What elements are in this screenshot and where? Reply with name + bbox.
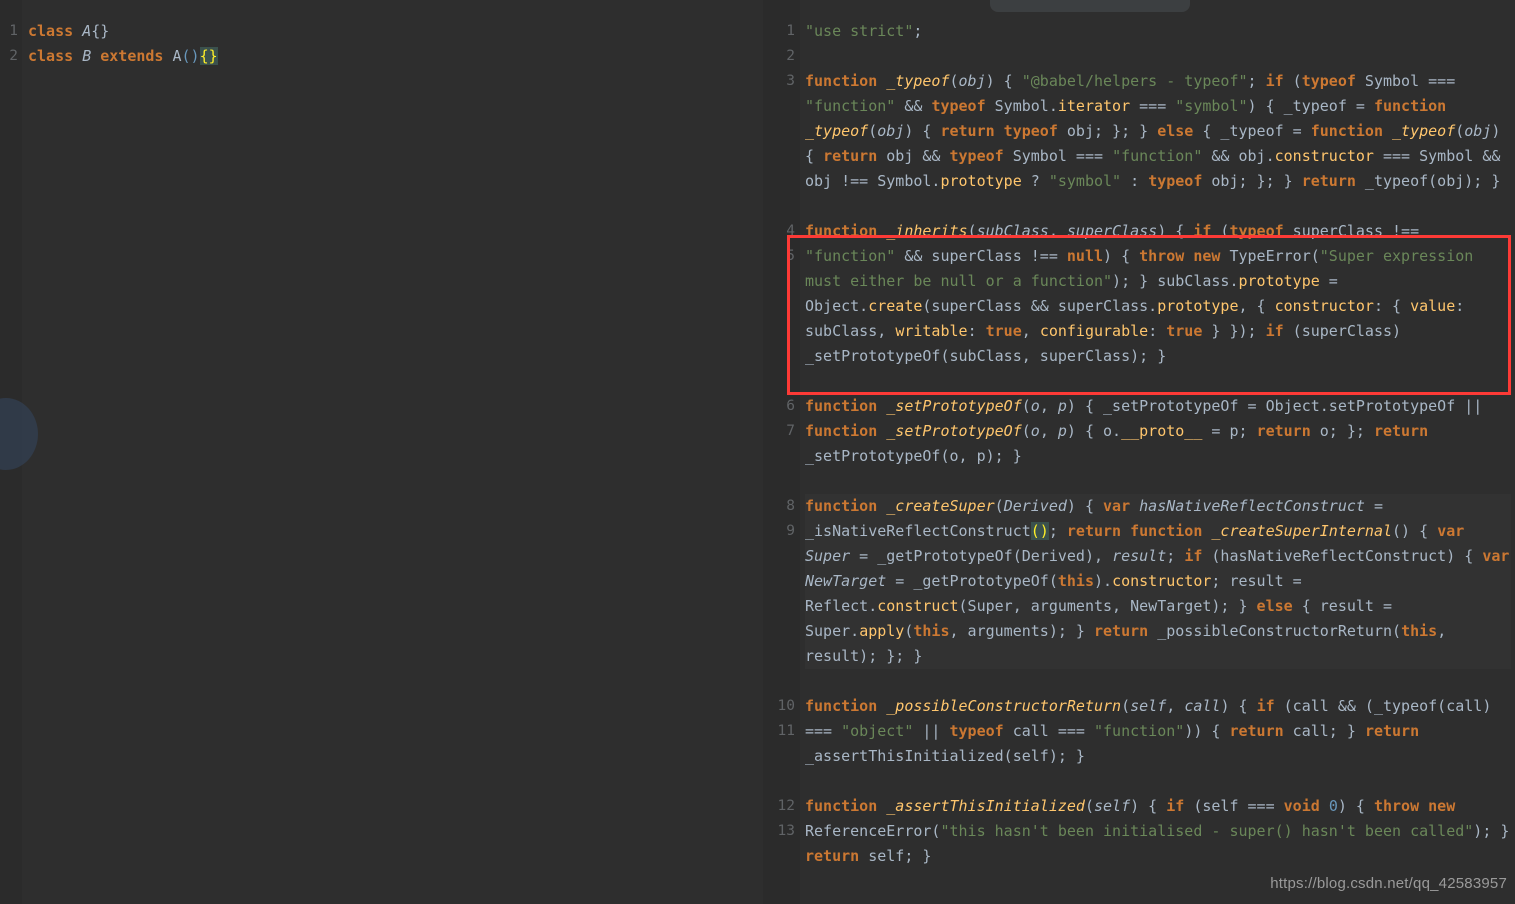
token-matched-brace: {}	[199, 47, 218, 65]
code-line-5-inherits[interactable]: function _inherits(subClass, superClass)…	[805, 219, 1511, 369]
line-number: 10	[777, 698, 795, 714]
code-line-8-blank[interactable]	[805, 469, 1511, 494]
code-line-1[interactable]: "use strict";	[805, 19, 1511, 44]
line-number: 9	[786, 523, 795, 539]
code-line[interactable]: class B extends A(){}	[28, 44, 759, 69]
line-number: 7	[786, 423, 795, 439]
line-number: 6	[786, 398, 795, 414]
token-braces: {}	[91, 22, 110, 40]
token-class-name: A	[82, 22, 92, 40]
token-function-name: _typeof	[886, 72, 950, 90]
editor-window: 12 class A{} class B extends A(){} 123456…	[0, 0, 1515, 904]
line-number: 13	[777, 823, 795, 839]
line-number: 3	[786, 73, 795, 89]
code-line-2-blank[interactable]	[805, 44, 1511, 69]
line-number: 2	[9, 48, 18, 64]
right-line-number-gutter: 1 2 3 4 5 6 7 8 9 10 11 12 13	[763, 0, 800, 904]
token-class-name: B	[82, 47, 92, 65]
line-number: 8	[786, 498, 795, 514]
code-line-9-createsuper[interactable]: function _createSuper(Derived) { var has…	[805, 494, 1511, 669]
code-line-10-blank[interactable]	[805, 669, 1511, 694]
token-identifier: A	[172, 47, 182, 65]
code-line-12-blank[interactable]	[805, 769, 1511, 794]
line-number: 5	[786, 248, 795, 264]
code-line-7-setprototypeof[interactable]: function _setPrototypeOf(o, p) { _setPro…	[805, 394, 1511, 469]
code-line-4-blank[interactable]	[805, 194, 1511, 219]
line-number: 12	[777, 798, 795, 814]
top-rounded-chip[interactable]	[990, 0, 1190, 12]
token-keyword: class	[28, 47, 74, 65]
code-line-6-blank[interactable]	[805, 369, 1511, 394]
right-code-area[interactable]: "use strict"; function _typeof(obj) { "@…	[800, 0, 1515, 904]
watermark-url: https://blog.csdn.net/qq_42583957	[1270, 875, 1507, 892]
left-code-area[interactable]: class A{} class B extends A(){}	[22, 0, 763, 904]
right-editor-pane[interactable]: 1 2 3 4 5 6 7 8 9 10 11 12 13 "use strict"; function…	[763, 0, 1515, 904]
token-string: "use strict"	[805, 22, 914, 40]
left-editor-pane[interactable]: 12 class A{} class B extends A(){}	[0, 0, 763, 904]
line-number: 4	[786, 223, 795, 239]
code-line[interactable]: class A{}	[28, 19, 759, 44]
code-line-11-possibleconstructorreturn[interactable]: function _possibleConstructorReturn(self…	[805, 694, 1511, 769]
token-keyword: extends	[100, 47, 164, 65]
line-number: 1	[9, 23, 18, 39]
token-parens: ()	[181, 47, 200, 65]
token-function-name-inherits: _inherits	[886, 222, 968, 240]
line-number: 11	[777, 723, 795, 739]
token-matched-paren: ()	[1030, 522, 1049, 540]
line-number: 2	[786, 48, 795, 64]
code-line-3[interactable]: function _typeof(obj) { "@babel/helpers …	[805, 69, 1511, 194]
line-number: 1	[786, 23, 795, 39]
token-keyword: class	[28, 22, 74, 40]
code-line-13-assertthisinitialized[interactable]: function _assertThisInitialized(self) { …	[805, 794, 1511, 869]
